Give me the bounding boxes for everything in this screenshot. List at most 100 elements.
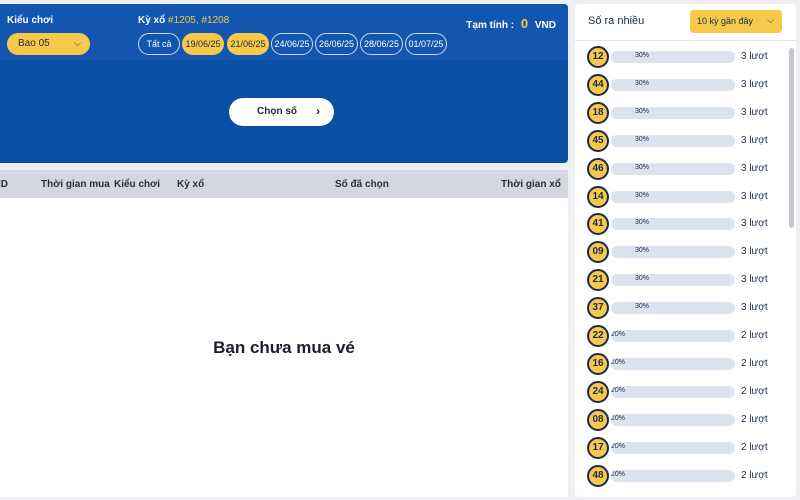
- frequency-count: 3 lượt: [741, 190, 768, 202]
- frequency-count: 3 lượt: [741, 246, 768, 258]
- frequency-percent: 30%: [635, 247, 650, 255]
- draw-numbers: #1205, #1208: [168, 15, 230, 26]
- frequency-count: 2 lượt: [741, 330, 768, 341]
- frequency-count: 2 lượt: [741, 469, 768, 481]
- play-type-label: Kiểu chơi: [7, 15, 54, 26]
- frequency-row: 21 30% 3 lượt: [575, 267, 796, 295]
- frequency-bar: 30%: [611, 246, 735, 259]
- filter-panel: Kiểu chơi Bao 05 ⌵ Kỳ xổ #1205, #1208 Tấ…: [0, 4, 568, 163]
- date-pill-label: 19/06/25: [185, 39, 221, 49]
- frequency-row: 08 20% 2 lượt: [575, 407, 796, 435]
- frequency-row: 16 20% 2 lượt: [575, 351, 796, 379]
- number-ball[interactable]: 41: [587, 213, 609, 236]
- frequency-count: 3 lượt: [741, 106, 768, 118]
- number-ball[interactable]: 45: [587, 129, 609, 152]
- frequency-row: 44 30% 3 lượt: [575, 72, 796, 100]
- number-ball[interactable]: 16: [587, 352, 609, 375]
- number-ball[interactable]: 24: [587, 380, 609, 403]
- frequency-row: 41 30% 3 lượt: [575, 211, 796, 239]
- frequency-percent: 30%: [635, 219, 650, 227]
- pick-number-button[interactable]: Chọn số ›: [229, 98, 334, 126]
- frequency-percent: 20%: [611, 331, 626, 338]
- frequency-row: 46 30% 3 lượt: [575, 156, 796, 184]
- col-draw: Kỳ xổ: [177, 179, 205, 190]
- frequency-count: 2 lượt: [741, 357, 768, 369]
- frequency-row: 22 20% 2 lượt: [575, 323, 796, 351]
- play-type-value: Bao 05: [18, 38, 50, 49]
- chevron-down-icon: ⌵: [767, 15, 774, 25]
- frequency-bar: 20%: [611, 441, 735, 454]
- frequency-panel: Số ra nhiều 10 kỳ gần đây ⌵ 12 30% 3 lượt 4…: [575, 4, 796, 497]
- frequency-bar: 30%: [611, 134, 735, 147]
- frequency-percent: 30%: [635, 275, 650, 283]
- frequency-percent: 20%: [611, 442, 626, 450]
- col-selected-numbers: Số đã chọn: [335, 179, 389, 190]
- frequency-bar: 30%: [611, 302, 735, 315]
- frequency-row: 12 30% 3 lượt: [575, 44, 796, 72]
- frequency-bar: 30%: [611, 190, 735, 203]
- col-draw-time: Thời gian xổ: [501, 179, 561, 190]
- number-ball[interactable]: 37: [587, 297, 609, 320]
- chevron-right-icon: ›: [316, 104, 320, 118]
- frequency-percent: 20%: [611, 358, 626, 366]
- frequency-percent: 30%: [635, 107, 650, 115]
- table-header: ID Thời gian mua Kiểu chơi Kỳ xổ Số đã c…: [0, 170, 568, 198]
- date-pill-label: 26/06/25: [318, 39, 355, 49]
- frequency-percent: 30%: [635, 163, 650, 171]
- frequency-row: 24 20% 2 lượt: [575, 379, 796, 407]
- range-select-value: 10 kỳ gần đây: [697, 16, 754, 26]
- frequency-bar: 20%: [611, 413, 735, 426]
- date-pill-2[interactable]: 21/06/25: [227, 33, 269, 55]
- frequency-count: 3 lượt: [741, 134, 768, 146]
- frequency-bar: 30%: [611, 78, 735, 91]
- frequency-count: 2 lượt: [741, 441, 768, 453]
- frequency-percent: 20%: [611, 386, 626, 394]
- number-ball[interactable]: 22: [587, 325, 609, 347]
- frequency-bar: 30%: [611, 218, 735, 231]
- frequency-count: 3 lượt: [741, 218, 768, 230]
- frequency-percent: 30%: [635, 52, 650, 59]
- number-ball[interactable]: 18: [587, 101, 609, 124]
- date-pill-label: 28/06/25: [363, 39, 400, 49]
- number-ball[interactable]: 12: [587, 46, 609, 68]
- number-ball[interactable]: 46: [587, 157, 609, 180]
- frequency-count: 3 lượt: [741, 51, 768, 62]
- date-pill-label: 24/06/25: [274, 39, 310, 49]
- frequency-percent: 30%: [635, 191, 650, 199]
- number-ball[interactable]: 21: [587, 269, 609, 292]
- frequency-count: 3 lượt: [741, 162, 768, 174]
- number-ball[interactable]: 17: [587, 436, 609, 459]
- number-ball[interactable]: 44: [587, 73, 609, 96]
- play-type-select[interactable]: Bao 05 ⌵: [7, 33, 90, 55]
- date-pill-label: 21/06/25: [230, 39, 266, 49]
- chevron-down-icon: ⌵: [74, 38, 81, 48]
- date-pill-all[interactable]: Tất cả: [138, 33, 180, 55]
- draw-label: Kỳ xổ: [138, 15, 166, 26]
- frequency-row: 37 30% 3 lượt: [575, 295, 796, 323]
- date-pill-5[interactable]: 28/06/25: [360, 33, 403, 55]
- frequency-percent: 20%: [611, 414, 626, 422]
- number-ball[interactable]: 08: [587, 408, 609, 431]
- frequency-row: 45 30% 3 lượt: [575, 128, 796, 156]
- range-select[interactable]: 10 kỳ gần đây ⌵: [690, 10, 782, 33]
- number-ball[interactable]: 48: [587, 464, 609, 487]
- frequency-bar: 30%: [611, 106, 735, 119]
- date-pill-6[interactable]: 01/07/25: [405, 33, 447, 55]
- date-pill-1[interactable]: 19/06/25: [182, 33, 224, 55]
- empty-state-message: Bạn chưa mua vé: [213, 338, 355, 357]
- frequency-count: 3 lượt: [741, 78, 768, 90]
- col-id: ID: [0, 179, 8, 190]
- frequency-percent: 30%: [635, 79, 650, 87]
- frequency-row: 17 20% 2 lượt: [575, 435, 796, 463]
- frequency-count: 3 lượt: [741, 302, 768, 314]
- number-ball[interactable]: 09: [587, 241, 609, 264]
- frequency-bar: 30%: [611, 51, 735, 63]
- pick-number-label: Chọn số: [257, 106, 297, 117]
- number-ball[interactable]: 14: [587, 185, 609, 208]
- scrollbar[interactable]: [789, 48, 794, 228]
- date-pill-4[interactable]: 26/06/25: [315, 33, 358, 55]
- col-play-type: Kiểu chơi: [114, 179, 161, 190]
- frequency-bar: 30%: [611, 162, 735, 175]
- frequency-count: 2 lượt: [741, 413, 768, 425]
- date-pill-3[interactable]: 24/06/25: [271, 33, 313, 55]
